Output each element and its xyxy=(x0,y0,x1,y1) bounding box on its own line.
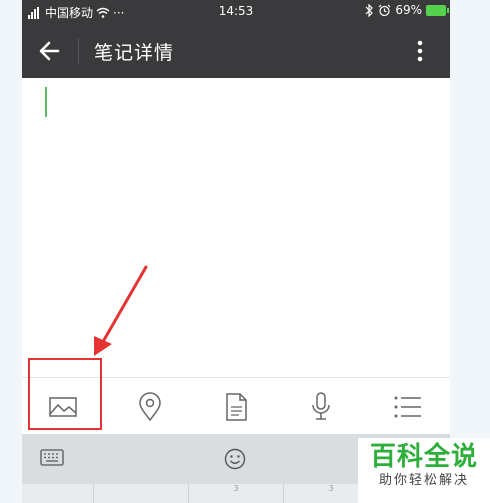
page-title: 笔记详情 xyxy=(94,42,175,64)
note-editor[interactable] xyxy=(22,78,450,376)
app-bar-divider xyxy=(78,38,79,64)
list-icon[interactable] xyxy=(390,390,424,424)
document-icon[interactable] xyxy=(219,390,253,424)
keyboard-key[interactable] xyxy=(22,484,94,503)
watermark-title: 百科全说 xyxy=(369,442,478,472)
location-icon[interactable] xyxy=(133,390,167,424)
bluetooth-icon xyxy=(365,3,374,17)
annotation-highlight-box xyxy=(28,358,102,430)
app-bar: 笔记详情 xyxy=(22,24,450,78)
alarm-icon xyxy=(378,4,391,16)
keyboard-key[interactable]: 3 xyxy=(189,484,284,503)
more-vertical-icon[interactable] xyxy=(410,39,430,63)
battery-percent: 69% xyxy=(395,3,422,17)
watermark-subtitle: 助你轻松解决 xyxy=(378,473,469,488)
arrow-left-icon[interactable] xyxy=(36,37,64,65)
status-right: 69% xyxy=(365,3,449,17)
microphone-icon[interactable] xyxy=(304,390,338,424)
text-cursor xyxy=(45,87,47,117)
status-bar: 中国移动 ··· 14:53 69% xyxy=(22,0,450,24)
keyboard-icon[interactable] xyxy=(40,448,64,468)
key-hint: 3 xyxy=(328,484,334,493)
watermark: 百科全说 助你轻松解决 xyxy=(358,438,490,503)
battery-icon xyxy=(426,4,449,16)
key-hint: 3 xyxy=(233,484,239,493)
emoji-icon[interactable] xyxy=(223,447,247,471)
keyboard-key[interactable] xyxy=(94,484,189,503)
